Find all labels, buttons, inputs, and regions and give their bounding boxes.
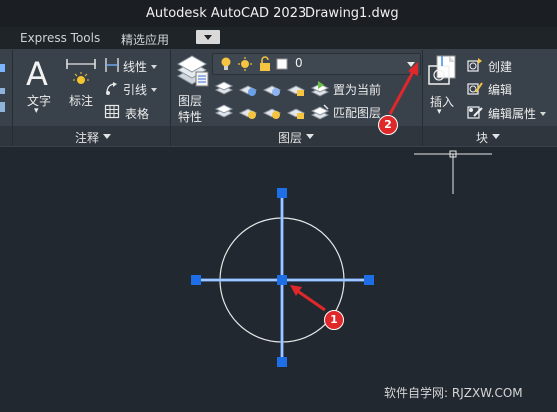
edit-attributes-icon[interactable]: [466, 104, 484, 120]
partial-icon: [0, 64, 5, 112]
crosshair-cursor-icon: [414, 150, 492, 194]
dimension-icon[interactable]: [64, 56, 98, 90]
text-icon[interactable]: A: [24, 56, 54, 90]
create-block-button[interactable]: 创建: [488, 58, 512, 75]
grip-bottom: [277, 357, 287, 367]
ribbon-display-toggle[interactable]: [196, 30, 220, 44]
title-bar: Autodesk AutoCAD 2023 Drawing1.dwg: [0, 0, 557, 27]
current-layer-name: 0: [295, 56, 303, 70]
watermark: 软件自学网: RJZXW.COM: [384, 386, 523, 400]
block-panel-title[interactable]: 块: [476, 129, 501, 146]
callout-badge-1: 1: [324, 310, 344, 330]
match-layer-button[interactable]: 匹配图层: [333, 104, 381, 121]
layer-off-icon: [214, 81, 234, 95]
text-tool-label[interactable]: 文字: [27, 92, 51, 109]
document-title: Drawing1.dwg: [305, 6, 399, 21]
insert-dropdown-icon[interactable]: ▾: [437, 107, 442, 117]
make-current-icon[interactable]: [310, 80, 330, 100]
dimension-tool-label[interactable]: 标注: [69, 92, 93, 109]
layers-panel-title[interactable]: 图层: [278, 129, 315, 146]
annotation-panel-title[interactable]: 注释: [75, 129, 112, 146]
match-layer-icon[interactable]: [310, 103, 330, 123]
panel-divider: [12, 50, 13, 146]
table-button[interactable]: 表格: [125, 105, 149, 122]
text-dropdown-icon[interactable]: ▾: [34, 106, 39, 116]
grip-left: [191, 275, 201, 285]
layer-properties-icon[interactable]: [174, 54, 210, 90]
insert-block-icon[interactable]: [427, 54, 461, 88]
layer-state-icons: [221, 56, 288, 71]
grip-top: [277, 188, 287, 198]
leader-icon[interactable]: [104, 80, 120, 96]
linear-dimension-icon[interactable]: [104, 57, 120, 73]
insert-block-label[interactable]: 插入: [430, 93, 454, 110]
layer-properties-label[interactable]: 图层 特性: [178, 93, 202, 125]
edit-attributes-button[interactable]: 编辑属性: [488, 105, 547, 122]
grip-right: [364, 275, 374, 285]
tab-featured-apps[interactable]: 精选应用: [121, 31, 169, 48]
app-title: Autodesk AutoCAD 2023: [146, 6, 307, 21]
ribbon-tab-bar: Express Tools 精选应用: [0, 27, 557, 49]
leader-button[interactable]: 引线: [123, 81, 158, 98]
callout-badge-2: 2: [378, 115, 398, 135]
tab-express-tools[interactable]: Express Tools: [20, 31, 100, 45]
drawing-area[interactable]: [0, 147, 557, 412]
edit-block-icon[interactable]: [466, 80, 484, 96]
grip-center: [277, 275, 287, 285]
linear-dimension-button[interactable]: 线性: [123, 58, 158, 75]
ribbon-panel-titles: 注释 图层 块: [0, 126, 557, 146]
panel-divider: [170, 50, 171, 146]
svg-text:A: A: [26, 56, 48, 90]
table-icon[interactable]: [104, 104, 120, 120]
callout-arrow-1: [295, 288, 326, 312]
create-block-icon[interactable]: [466, 57, 484, 73]
edit-block-button[interactable]: 编辑: [488, 81, 512, 98]
make-current-button[interactable]: 置为当前: [333, 81, 381, 98]
